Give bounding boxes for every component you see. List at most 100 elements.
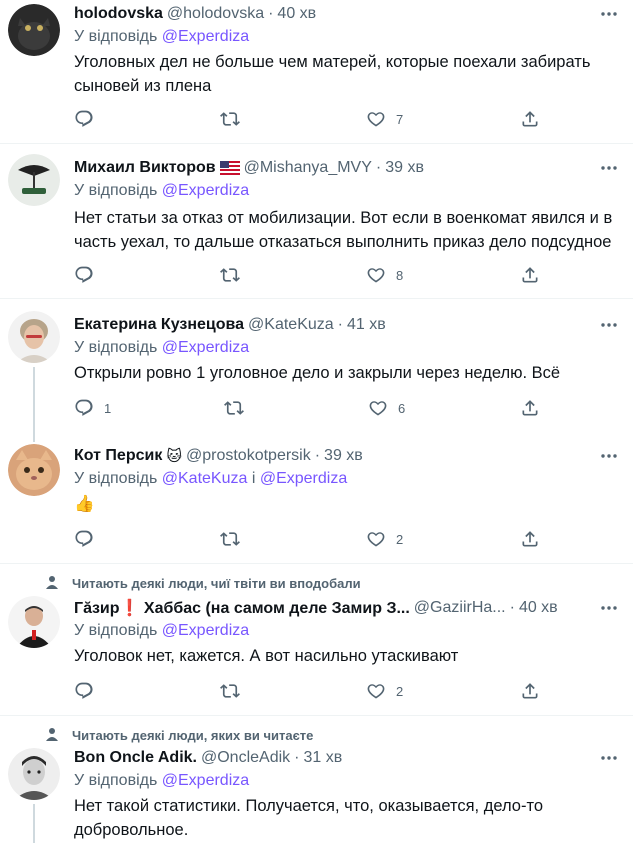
like-button[interactable]: 8 xyxy=(366,264,403,286)
share-icon xyxy=(520,398,540,418)
tweet-text: Уголовных дел не больше чем матерей, кот… xyxy=(74,53,591,95)
share-button[interactable] xyxy=(520,108,540,130)
timestamp[interactable]: 41 хв xyxy=(347,316,386,334)
separator-dot: · xyxy=(294,749,300,766)
tweet-header: Bon Oncle Adik. @OncleAdik · 31 хв xyxy=(74,746,342,770)
like-count: 8 xyxy=(396,267,404,283)
more-icon[interactable] xyxy=(599,315,619,335)
timestamp[interactable]: 40 хв xyxy=(277,5,316,23)
like-count: 2 xyxy=(396,531,404,547)
tweet-text: Уголовок нет, кажется. А вот насильно ут… xyxy=(74,647,459,665)
timestamp[interactable]: 39 хв xyxy=(385,159,424,177)
display-name[interactable]: Кот Персик xyxy=(74,447,162,465)
mention-link[interactable]: @KateKuza xyxy=(162,470,248,487)
more-icon[interactable] xyxy=(599,158,619,178)
mention-link[interactable]: @Experdiza xyxy=(162,28,249,45)
user-handle[interactable]: @prostokotpersik xyxy=(186,447,311,465)
display-name[interactable]: Михаил Викторов xyxy=(74,159,216,177)
share-button[interactable] xyxy=(520,264,540,286)
tweet[interactable]: holodovska @holodovska · 40 хв У відпові… xyxy=(0,0,633,143)
replying-label: У відповідь xyxy=(74,182,158,199)
avatar[interactable] xyxy=(8,4,60,56)
mention-link[interactable]: @Experdiza xyxy=(162,182,249,199)
avatar[interactable] xyxy=(8,748,60,800)
retweet-button[interactable] xyxy=(224,397,254,419)
avatar[interactable] xyxy=(8,311,60,363)
mention-link[interactable]: @Experdiza xyxy=(162,339,249,356)
tweet-header: Екатерина Кузнецова @KateKuza · 41 хв xyxy=(74,313,386,337)
more-icon[interactable] xyxy=(599,4,619,24)
retweet-button[interactable] xyxy=(220,528,250,550)
tweet[interactable]: Читають деякі люди, чиї твіти ви вподоба… xyxy=(0,564,633,715)
share-button[interactable] xyxy=(520,397,540,419)
display-name[interactable]: Bon Oncle Adik. xyxy=(74,749,197,767)
like-count: 7 xyxy=(396,111,404,127)
reply-icon xyxy=(74,109,94,129)
more-icon[interactable] xyxy=(599,748,619,768)
display-name[interactable]: holodovska xyxy=(74,5,163,23)
avatar[interactable] xyxy=(8,596,60,648)
timestamp[interactable]: 39 хв xyxy=(324,447,363,465)
tweet-text: Открыли ровно 1 уголовное дело и закрыли… xyxy=(74,364,561,382)
separator-dot: · xyxy=(509,599,515,616)
replying-to: У відповідь @Experdiza xyxy=(74,28,249,46)
separator-dot: · xyxy=(314,447,321,464)
user-handle[interactable]: @holodovska xyxy=(167,5,264,23)
timestamp[interactable]: 31 хв xyxy=(303,749,342,767)
timestamp[interactable]: 40 хв xyxy=(519,599,558,617)
tweet-header: holodovska @holodovska · 40 хв xyxy=(74,2,316,26)
retweet-button[interactable] xyxy=(220,108,250,130)
like-count: 6 xyxy=(398,400,406,416)
reply-icon xyxy=(74,529,94,549)
user-handle[interactable]: @Mishanya_MVY xyxy=(244,159,372,177)
tweet[interactable]: Михаил Викторов @Mishanya_MVY · 39 хв У … xyxy=(0,144,633,298)
replying-label: У відповідь xyxy=(74,772,158,789)
social-context: Читають деякі люди, яких ви читаєте xyxy=(44,726,313,744)
thread-line xyxy=(33,804,35,843)
avatar[interactable] xyxy=(8,444,60,496)
display-name[interactable]: Екатерина Кузнецова xyxy=(74,316,244,334)
mention-link[interactable]: @Experdiza xyxy=(260,470,347,487)
tweet[interactable]: Читають деякі люди, яких ви читаєте Bon … xyxy=(0,716,633,843)
thread-line xyxy=(33,430,35,442)
mention-link[interactable]: @Experdiza xyxy=(162,772,249,789)
reply-button[interactable]: 1 xyxy=(74,397,111,419)
share-icon xyxy=(520,529,540,549)
reply-icon xyxy=(74,265,94,285)
reply-count: 1 xyxy=(104,400,112,416)
like-button[interactable]: 2 xyxy=(366,528,403,550)
like-button[interactable]: 2 xyxy=(366,680,403,702)
person-icon xyxy=(44,574,72,593)
like-button[interactable]: 7 xyxy=(366,108,403,130)
replying-to: У відповідь @Experdiza xyxy=(74,339,249,357)
user-handle[interactable]: @OncleAdik xyxy=(201,749,290,767)
retweet-button[interactable] xyxy=(220,264,250,286)
user-handle[interactable]: @GaziirHa... xyxy=(414,599,506,617)
retweet-button[interactable] xyxy=(220,680,250,702)
mention-link[interactable]: @Experdiza xyxy=(162,622,249,639)
tweet-actions: 1 6 xyxy=(74,397,554,419)
reply-button[interactable] xyxy=(74,108,104,130)
separator-dot: · xyxy=(337,316,343,333)
tweet-text: Нет статьи за отказ от мобилизации. Вот … xyxy=(74,209,613,251)
retweet-icon xyxy=(220,109,240,129)
more-icon[interactable] xyxy=(599,598,619,618)
reply-button[interactable] xyxy=(74,528,104,550)
like-count: 2 xyxy=(396,683,404,699)
reply-button[interactable] xyxy=(74,680,104,702)
like-icon xyxy=(366,265,386,285)
tweet[interactable]: Кот Персик 🐱 @prostokotpersik · 39 хв У … xyxy=(0,430,633,563)
user-handle[interactable]: @KateKuza xyxy=(248,316,334,334)
social-context-text: Читають деякі люди, яких ви читаєте xyxy=(72,727,314,743)
like-icon xyxy=(366,681,386,701)
share-button[interactable] xyxy=(520,528,540,550)
tweet[interactable]: Екатерина Кузнецова @KateKuza · 41 хв У … xyxy=(0,299,633,430)
person-icon xyxy=(44,726,72,745)
replying-to: У відповідь @Experdiza xyxy=(74,772,249,790)
avatar[interactable] xyxy=(8,154,60,206)
like-button[interactable]: 6 xyxy=(368,397,405,419)
more-icon[interactable] xyxy=(599,446,619,466)
reply-button[interactable] xyxy=(74,264,104,286)
share-button[interactable] xyxy=(520,680,540,702)
display-name[interactable]: Гăзир❗ Хаббас (на самом деле Замир З... xyxy=(74,598,410,618)
